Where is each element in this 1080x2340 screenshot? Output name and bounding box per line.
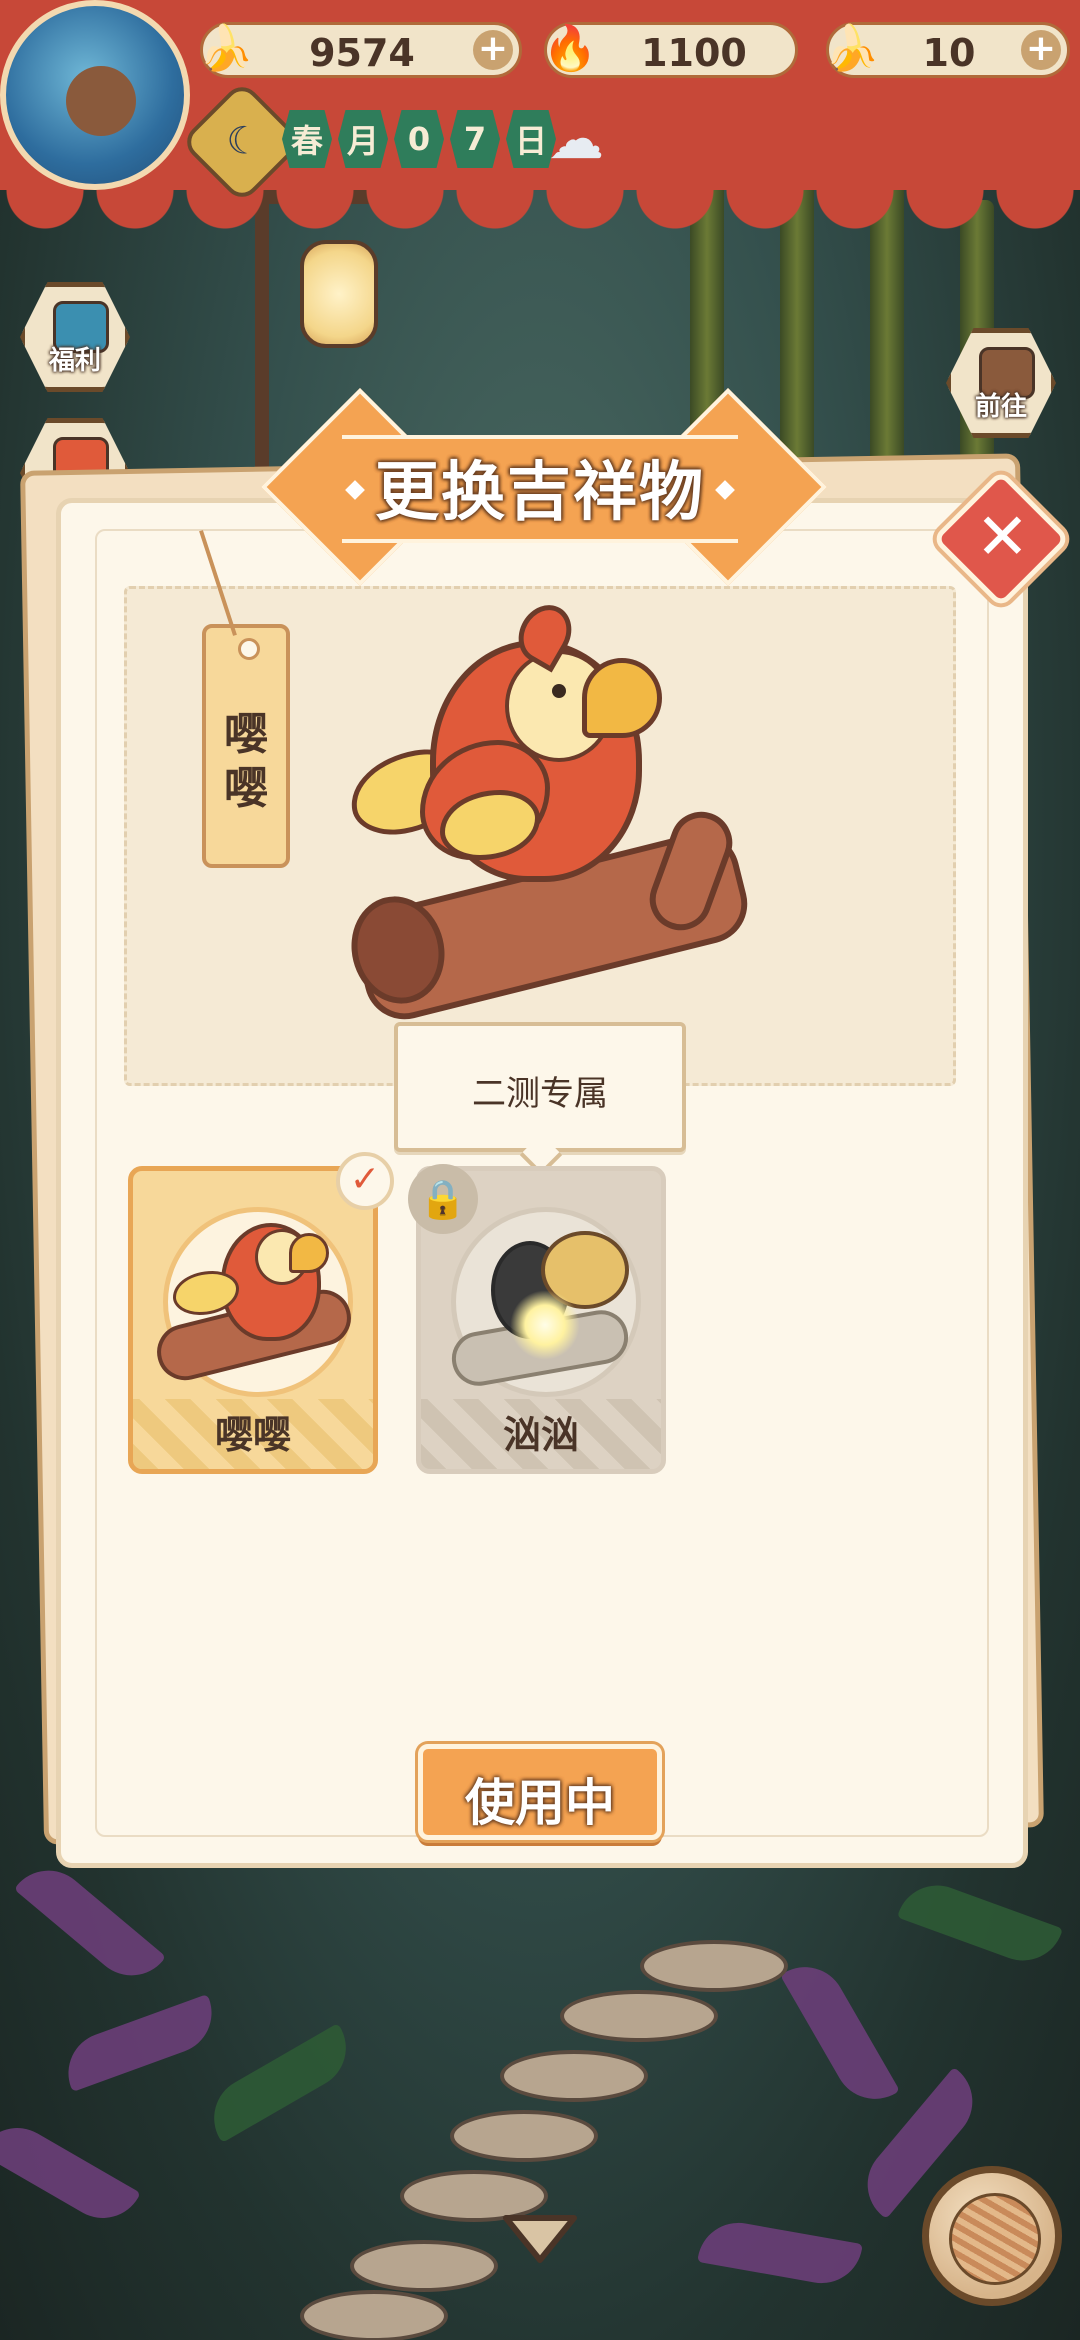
dialog-title: 更换吉祥物 — [375, 456, 705, 530]
mascot-name: 汹汹 — [502, 1413, 579, 1457]
add-banana-button[interactable]: + — [473, 30, 513, 70]
date-digit-2: 7 — [450, 110, 500, 168]
sparkle-effect — [510, 1290, 580, 1360]
exclusive-tooltip: 二测专属 — [394, 1022, 686, 1152]
close-icon: ✕ — [975, 500, 1030, 575]
tooltip-text: 二测专属 — [472, 1074, 608, 1114]
dialog-title-banner: 更换吉祥物 — [261, 388, 827, 586]
resource-banana: 🍌 9574 + — [199, 22, 522, 78]
yarn-ball-icon — [949, 2193, 1041, 2285]
resource-fire-leaf: 🔥 1100 — [543, 22, 798, 78]
date-digit-1: 0 — [394, 110, 444, 168]
player-avatar[interactable] — [0, 0, 190, 190]
resource-blue-banana: 🍌 10 + — [825, 22, 1070, 78]
lantern-decoration — [300, 240, 378, 348]
date-season: 春 — [282, 110, 332, 168]
banana-icon: 🍌 — [198, 23, 254, 74]
date-month: 月 — [338, 110, 388, 168]
add-blue-banana-button[interactable]: + — [1021, 30, 1061, 70]
mascot-card-yingying[interactable]: 嘤嘤 — [128, 1166, 378, 1474]
moon-icon: ☾ — [226, 118, 261, 163]
chevron-down-icon[interactable] — [500, 2212, 580, 2266]
yarn-ball-button[interactable] — [922, 2166, 1062, 2306]
calendar-date: 春 月 0 7 日 — [282, 110, 556, 168]
lock-icon: 🔒 — [408, 1164, 478, 1234]
fire-leaf-icon: 🔥 — [542, 23, 598, 74]
mascot-name-tag: 嘤嘤 — [199, 530, 290, 868]
rain-cloud-icon: ☁ — [548, 107, 604, 172]
banana-count: 9574 — [309, 31, 415, 75]
selected-check-icon: ✓ — [336, 1152, 394, 1210]
in-use-button[interactable]: 使用中 — [418, 1744, 662, 1840]
in-use-label: 使用中 — [465, 1774, 615, 1832]
fire-leaf-count: 1100 — [641, 31, 747, 75]
blue-banana-icon: 🍌 — [824, 23, 880, 74]
preview-mascot-name: 嘤嘤 — [224, 709, 268, 814]
blue-banana-count: 10 — [922, 31, 976, 75]
mascot-name: 嘤嘤 — [214, 1413, 291, 1457]
